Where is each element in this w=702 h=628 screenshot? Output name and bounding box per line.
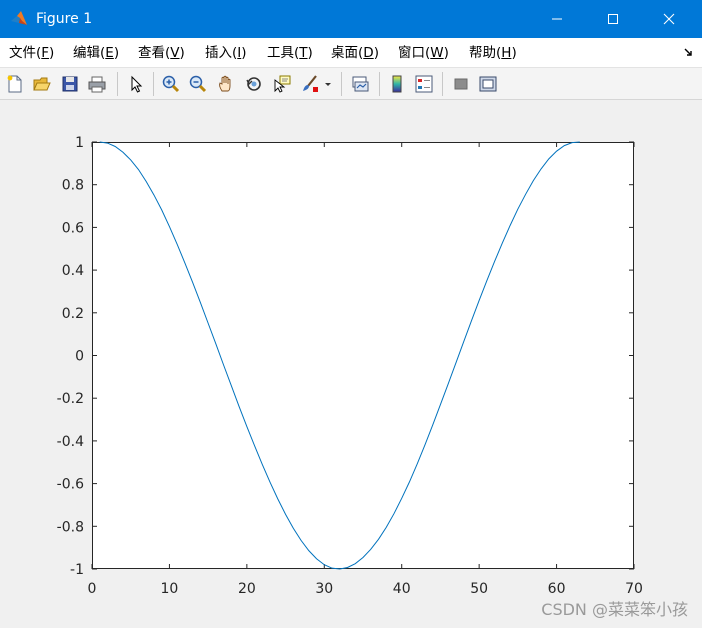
x-tick-label: 0 xyxy=(88,581,97,597)
y-tick-label: 0.4 xyxy=(62,263,84,279)
x-tick-label: 40 xyxy=(393,581,411,597)
x-tick-label: 30 xyxy=(315,581,333,597)
y-tick-label: 0.2 xyxy=(62,306,84,322)
y-tick-label: -0.6 xyxy=(57,477,84,493)
y-tick-label: 1 xyxy=(75,135,84,151)
y-tick-label: 0 xyxy=(75,349,84,365)
y-tick-label: 0.8 xyxy=(62,178,84,194)
x-tick-label: 10 xyxy=(161,581,179,597)
axes-chart: 0 10 20 30 40 50 60 70 1 0.8 0.6 0.4 0.2 0 -0.2 -0.4 -0.… xyxy=(57,135,643,597)
x-tick-label: 50 xyxy=(470,581,488,597)
watermark-text: CSDN @菜菜笨小孩 xyxy=(541,600,688,619)
y-tick-label: -0.8 xyxy=(57,519,84,535)
x-tick-label: 60 xyxy=(548,581,566,597)
y-tick-label: -0.4 xyxy=(57,434,84,450)
y-tick-label: -0.2 xyxy=(57,391,84,407)
y-tick-label: 0.6 xyxy=(62,220,84,236)
series-line xyxy=(99,141,580,570)
x-tick-label: 70 xyxy=(625,581,643,597)
x-tick-label: 20 xyxy=(238,581,256,597)
y-tick-label: -1 xyxy=(70,562,84,578)
